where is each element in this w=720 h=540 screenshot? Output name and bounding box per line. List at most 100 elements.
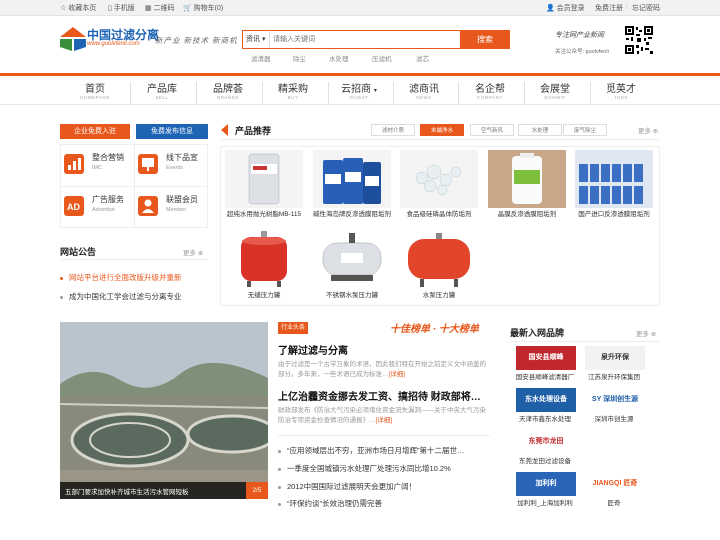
product-card[interactable]: 超纯水用抛光树脂MB-115 xyxy=(221,148,307,219)
hot-keyword[interactable]: 滤清器 xyxy=(251,53,271,63)
news-item[interactable]: “应用领域层出不穷，亚洲市场日月增辉”第十二届世… xyxy=(278,445,465,456)
nav-brands[interactable]: 品牌荟 BRANDS xyxy=(197,80,259,100)
mobile-link[interactable]: ▯ 手机版 xyxy=(108,3,135,13)
nav-products[interactable]: 产品库 SELL xyxy=(131,80,193,100)
news-item[interactable]: “环保约谈”长效治理仍需完善 xyxy=(278,498,382,509)
product-image xyxy=(400,150,478,208)
favorite-link[interactable]: ☆ 收藏本页 xyxy=(60,3,96,13)
enter-free-button[interactable]: 企业免费入驻 xyxy=(60,124,130,139)
brand-name: 国安县顺峰滤清器厂 xyxy=(515,374,575,381)
nav-news[interactable]: 滤商讯 NEWS xyxy=(393,80,455,100)
search-button[interactable]: 搜索 xyxy=(460,30,510,49)
hot-keyword[interactable]: 压滤机 xyxy=(372,53,392,63)
product-tab-active[interactable]: 末端净水 xyxy=(420,124,464,136)
brand-name: 深圳市创生源 xyxy=(594,416,634,423)
product-card[interactable]: 晶膜反渗透膜阻垢剂 xyxy=(484,148,570,219)
brand-name: 匠奇 xyxy=(607,500,621,507)
notice-item[interactable]: 成为中国化工学会过滤与分离专业 xyxy=(60,291,182,302)
product-card[interactable]: 无缝压力罐 xyxy=(221,229,307,300)
brand-card[interactable]: 加利利 加利利_上海加利利 xyxy=(513,470,577,510)
product-card[interactable]: 食品级硅磷晶体防垢剂 xyxy=(396,148,482,219)
login-link[interactable]: 👤 会员登录 xyxy=(546,3,585,13)
hot-keyword[interactable]: 除尘 xyxy=(293,53,306,63)
feature-slideshow[interactable]: 五部门要求加快补齐城市生活污水管网短板 2/5 xyxy=(60,322,268,499)
product-card[interactable]: 国产进口反渗透膜阻垢剂 xyxy=(571,148,657,219)
slide-counter: 2/5 xyxy=(246,482,268,499)
nav-company[interactable]: 名企帮 COMPANY xyxy=(459,80,521,100)
brand-card[interactable]: SY 深圳创生源深圳市创生源 xyxy=(582,386,646,426)
product-tab[interactable]: 废气除尘 xyxy=(563,124,607,136)
notice-item[interactable]: 网站平台进行全面改版升级并重新 xyxy=(60,272,182,283)
top-bar: ☆ 收藏本页 ▯ 手机版 ▦ 二维码 🛒 购物车(0) 👤 会员登录 免费注册 … xyxy=(0,0,720,16)
brand-card xyxy=(582,428,646,468)
product-image xyxy=(313,150,391,208)
brand-name: 加利利_上海加利利 xyxy=(517,500,573,507)
brand-logo: 泉升环保 xyxy=(585,346,645,370)
wechat-slogan: 专注网产业新闻 xyxy=(555,32,604,39)
brand-name: 东莞龙田过滤设备 xyxy=(519,458,571,465)
brand-card[interactable]: 东莞市龙田东莞龙田过滤设备 xyxy=(513,428,577,468)
nav-purchase[interactable]: 精采购 BUY xyxy=(262,80,324,100)
search-category-select[interactable]: 资讯 ▾ xyxy=(243,31,270,48)
brand-logo: 东水处理设备 xyxy=(516,388,576,412)
chart-icon xyxy=(64,154,84,174)
notice-more-link[interactable]: 更多 ⊕ xyxy=(183,247,203,257)
headline-2[interactable]: 上亿治霾资金挪去发工资、搞招待 财政部将… xyxy=(278,388,481,403)
products-title: 产品推荐 xyxy=(235,126,272,136)
brand-name: 天津市鑫东水处理 xyxy=(519,416,571,423)
ad-icon: AD xyxy=(64,196,84,216)
nav-jobs[interactable]: 觅英才 JOBS xyxy=(590,80,652,100)
forgot-link[interactable]: 忘记密码 xyxy=(632,3,660,13)
register-link[interactable]: 免费注册 xyxy=(595,3,623,13)
product-tab[interactable]: 空气新风 xyxy=(470,124,514,136)
logo-url: www.guolvfenli.com xyxy=(87,41,140,47)
brands-more-link[interactable]: 更多 ⊕ xyxy=(636,328,656,338)
service-member[interactable]: 联盟会员 Member xyxy=(134,186,208,228)
brand-logo: SY 深圳创生源 xyxy=(585,388,645,412)
brand-logo: JIANGQI 匠奇 xyxy=(585,472,645,496)
summary-2: 财政部发布《防治大气污染必须堵住资金流失漏洞——关于中央大气污染防治专项资金检查… xyxy=(278,407,486,424)
wechat-follow: 关注公众号: guolvfenli xyxy=(555,49,609,55)
product-card[interactable]: 水泵压力罐 xyxy=(396,229,482,300)
divider: | xyxy=(626,3,628,10)
products-more-link[interactable]: 更多 ⊕ xyxy=(638,125,658,135)
search-box: 资讯 ▾ xyxy=(242,30,482,49)
product-image xyxy=(225,231,303,289)
site-logo[interactable]: 中国过滤分离 www.guolvfenli.com 新产业 新技术 新商机 xyxy=(60,25,240,55)
logo-icon xyxy=(60,27,86,51)
ranking-banner[interactable]: 十佳榜单 · 十大榜单 xyxy=(390,320,479,335)
brand-logo: 东莞市龙田 xyxy=(516,430,576,454)
logo-slogan: 新产业 新技术 新商机 xyxy=(155,36,238,45)
brand-card[interactable]: 国安县顺峰 国安县顺峰滤清器厂 xyxy=(513,344,577,384)
brand-card[interactable]: 泉升环保 江苏泉升环保集团 xyxy=(582,344,646,384)
product-tab[interactable]: 滤材介质 xyxy=(371,124,415,136)
product-card[interactable]: 碱性海岛牌反渗透膜阻垢剂 xyxy=(309,148,395,219)
brand-card[interactable]: 东水处理设备天津市鑫东水处理 xyxy=(513,386,577,426)
hot-keyword[interactable]: 水处理 xyxy=(329,53,349,63)
member-icon xyxy=(138,196,158,216)
nav-home[interactable]: 首页 HOMEPAGE xyxy=(64,80,126,100)
product-image xyxy=(313,231,391,289)
service-events[interactable]: 线下品宣 Events xyxy=(134,144,208,186)
notice-title: 网站公告 xyxy=(60,247,97,257)
cart-link[interactable]: 🛒 购物车(0) xyxy=(183,3,223,13)
headline-badge: 行业头条 xyxy=(278,322,308,334)
product-card[interactable]: 不锈钢水泵压力罐 xyxy=(309,229,395,300)
feature-photo xyxy=(60,322,268,499)
search-input[interactable] xyxy=(273,31,458,48)
nav-exhibit[interactable]: 会展堂 EXHIBIT xyxy=(524,80,586,100)
wechat-qrcode-icon xyxy=(624,25,654,55)
product-tab[interactable]: 水处理 xyxy=(518,124,562,136)
news-item[interactable]: 2012中国国际过滤展明天会更加广阔！ xyxy=(278,481,416,492)
board-icon xyxy=(138,154,158,174)
headline-1[interactable]: 了解过滤与分离 xyxy=(278,342,348,357)
qrcode-link[interactable]: ▦ 二维码 xyxy=(145,3,175,13)
nav-invest[interactable]: 云招商 ▾ INVEST xyxy=(328,80,390,100)
service-advertise[interactable]: AD 广告服务 Advertise xyxy=(60,186,134,228)
main-nav: 首页 HOMEPAGE 产品库 SELL 品牌荟 BRANDS 精采购 BUY 云招商 … xyxy=(0,73,720,105)
brand-card[interactable]: JIANGQI 匠奇匠奇 xyxy=(582,470,646,510)
publish-free-button[interactable]: 免费发布信息 xyxy=(136,124,208,139)
news-item[interactable]: 一季度全国城镇污水处理厂处理污水同比增10.2% xyxy=(278,463,451,474)
service-imc[interactable]: 整合营销 IMC xyxy=(60,144,134,186)
hot-keyword[interactable]: 滤芯 xyxy=(416,53,429,63)
